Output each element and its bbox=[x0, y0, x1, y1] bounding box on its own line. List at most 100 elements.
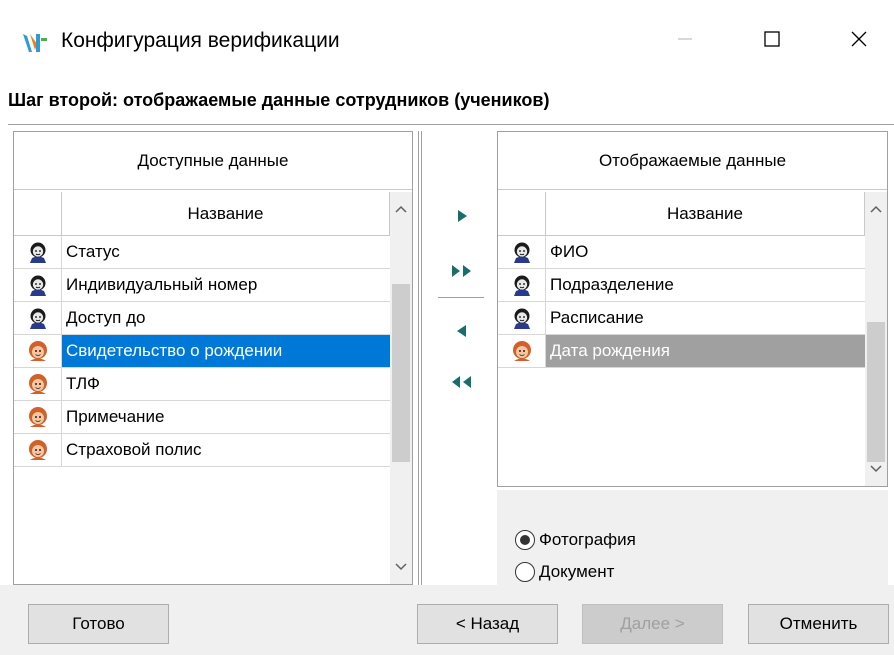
student-icon bbox=[28, 440, 47, 460]
remove-all-button[interactable] bbox=[440, 362, 484, 402]
next-button[interactable]: Далее > bbox=[582, 604, 723, 644]
table-row[interactable]: Расписание bbox=[498, 301, 865, 335]
row-icon-cell bbox=[14, 400, 62, 434]
row-label-cell[interactable]: Индивидуальный номер bbox=[62, 269, 390, 301]
student-icon bbox=[512, 341, 531, 361]
table-row[interactable]: Примечание bbox=[14, 400, 390, 434]
employee-icon bbox=[513, 308, 530, 329]
row-label-cell[interactable]: Подразделение bbox=[546, 269, 865, 301]
radio-document-circle[interactable] bbox=[515, 562, 535, 582]
back-button[interactable]: < Назад bbox=[417, 604, 558, 644]
available-column-name[interactable]: Название bbox=[62, 192, 390, 235]
add-all-icon bbox=[452, 265, 471, 277]
row-label: Страховой полис bbox=[66, 440, 202, 459]
scroll-thumb[interactable] bbox=[392, 284, 410, 462]
row-label-cell[interactable]: ТЛФ bbox=[62, 368, 390, 400]
displayed-data-grid: Название ФИО Подразделение Расписание Дата … bbox=[498, 192, 887, 486]
row-label-cell[interactable]: Дата рождения bbox=[546, 335, 865, 367]
student-icon bbox=[28, 341, 47, 361]
row-label: Свидетельство о рождении bbox=[66, 341, 283, 360]
radio-selected-dot bbox=[520, 535, 530, 545]
employee-icon bbox=[513, 275, 530, 296]
close-button[interactable] bbox=[829, 14, 889, 64]
row-label: ФИО bbox=[550, 242, 589, 261]
splitter[interactable] bbox=[418, 131, 422, 585]
row-label-cell[interactable]: Страховой полис bbox=[62, 434, 390, 466]
available-scrollbar[interactable] bbox=[390, 192, 412, 584]
radio-document-label: Документ bbox=[539, 562, 615, 581]
row-label: Подразделение bbox=[550, 275, 674, 294]
scroll-down-icon[interactable] bbox=[390, 556, 412, 578]
table-row[interactable]: Дата рождения bbox=[498, 334, 865, 368]
add-one-icon bbox=[458, 210, 467, 222]
displayed-rows: ФИО Подразделение Расписание Дата рождения bbox=[498, 235, 865, 368]
row-label-cell[interactable]: Расписание bbox=[546, 302, 865, 334]
displayed-data-panel: Отображаемые данные Название ФИО Подразде… bbox=[497, 131, 888, 487]
row-icon-cell bbox=[14, 433, 62, 467]
row-indicator-header bbox=[498, 192, 546, 235]
available-data-panel: Доступные данные Название Статус Индивиду… bbox=[13, 131, 413, 585]
table-row[interactable]: ФИО bbox=[498, 235, 865, 269]
cancel-button[interactable]: Отменить bbox=[748, 604, 889, 644]
minimize-button[interactable] bbox=[655, 14, 715, 64]
displayed-scrollbar[interactable] bbox=[865, 192, 887, 486]
window-title: Конфигурация верификации bbox=[61, 29, 340, 52]
scroll-up-icon[interactable] bbox=[390, 198, 412, 220]
minimize-icon bbox=[678, 38, 692, 40]
table-row[interactable]: Индивидуальный номер bbox=[14, 268, 390, 302]
available-data-header: Доступные данные bbox=[14, 132, 412, 190]
transfer-separator bbox=[438, 297, 484, 299]
row-icon-cell bbox=[498, 268, 546, 302]
radio-document[interactable]: Документ bbox=[515, 562, 614, 582]
row-icon-cell bbox=[14, 334, 62, 368]
displayed-data-header: Отображаемые данные bbox=[498, 132, 887, 190]
radio-photo-circle[interactable] bbox=[515, 530, 535, 550]
available-grid-header: Название bbox=[14, 192, 390, 236]
table-row[interactable]: Страховой полис bbox=[14, 433, 390, 467]
row-label-cell[interactable]: Свидетельство о рождении bbox=[62, 335, 390, 367]
scroll-up-icon[interactable] bbox=[865, 198, 887, 220]
row-icon-cell bbox=[498, 334, 546, 368]
table-row[interactable]: Доступ до bbox=[14, 301, 390, 335]
app-logo-icon bbox=[23, 34, 47, 52]
employee-icon bbox=[513, 242, 530, 263]
step-title: Шаг второй: отображаемые данные сотрудни… bbox=[8, 90, 550, 110]
scroll-down-icon[interactable] bbox=[865, 458, 887, 480]
radio-photo[interactable]: Фотография bbox=[515, 530, 636, 550]
radio-photo-label: Фотография bbox=[539, 530, 636, 549]
row-label: Примечание bbox=[66, 407, 165, 426]
student-icon bbox=[28, 374, 47, 394]
remove-one-button[interactable] bbox=[440, 311, 484, 351]
row-label-cell[interactable]: ФИО bbox=[546, 236, 865, 268]
done-button[interactable]: Готово bbox=[28, 604, 169, 644]
table-row[interactable]: ТЛФ bbox=[14, 367, 390, 401]
row-label: Индивидуальный номер bbox=[66, 275, 258, 294]
employee-icon bbox=[29, 308, 46, 329]
row-label: ТЛФ bbox=[66, 374, 100, 393]
row-icon-cell bbox=[498, 235, 546, 269]
remove-all-icon bbox=[452, 376, 471, 388]
row-label-cell[interactable]: Примечание bbox=[62, 401, 390, 433]
add-all-button[interactable] bbox=[440, 251, 484, 291]
row-label-cell[interactable]: Статус bbox=[62, 236, 390, 268]
table-row[interactable]: Статус bbox=[14, 235, 390, 269]
row-indicator-header bbox=[14, 192, 62, 235]
row-icon-cell bbox=[498, 301, 546, 335]
view-mode-group: Фотография Документ bbox=[497, 490, 888, 585]
row-icon-cell bbox=[14, 301, 62, 335]
table-row[interactable]: Свидетельство о рождении bbox=[14, 334, 390, 368]
row-icon-cell bbox=[14, 268, 62, 302]
scroll-thumb[interactable] bbox=[867, 322, 885, 462]
maximize-button[interactable] bbox=[742, 14, 802, 64]
row-label: Дата рождения bbox=[550, 341, 670, 360]
row-label: Расписание bbox=[550, 308, 644, 327]
row-label: Статус bbox=[66, 242, 120, 261]
student-icon bbox=[28, 407, 47, 427]
remove-one-icon bbox=[457, 325, 466, 337]
row-label-cell[interactable]: Доступ до bbox=[62, 302, 390, 334]
table-row[interactable]: Подразделение bbox=[498, 268, 865, 302]
displayed-column-name[interactable]: Название bbox=[546, 192, 865, 235]
add-one-button[interactable] bbox=[440, 196, 484, 236]
displayed-grid-header: Название bbox=[498, 192, 865, 236]
available-data-grid: Название Статус Индивидуальный номер Досту… bbox=[14, 192, 412, 584]
